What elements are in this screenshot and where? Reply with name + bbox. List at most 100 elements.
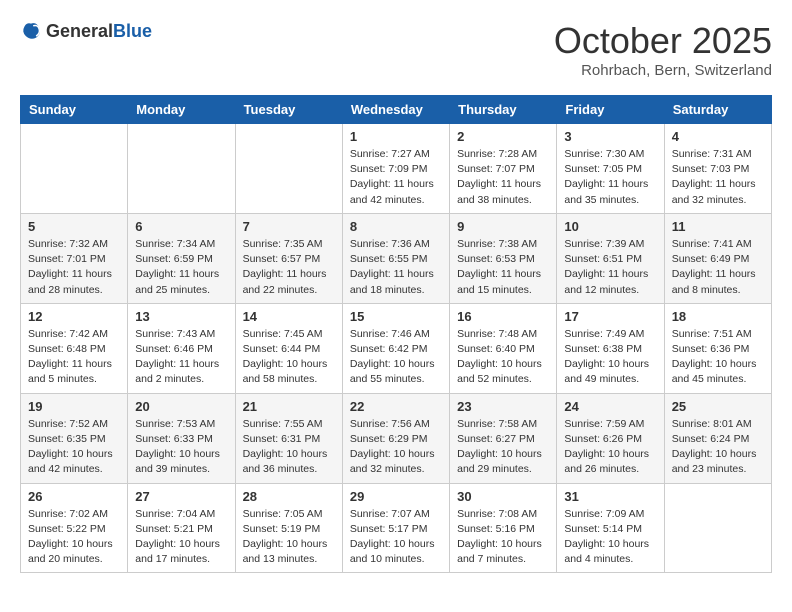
calendar-cell: 11Sunrise: 7:41 AM Sunset: 6:49 PM Dayli… (664, 213, 771, 303)
day-number: 24 (564, 399, 656, 414)
calendar-title: October 2025 (554, 20, 772, 62)
day-info: Sunrise: 7:35 AM Sunset: 6:57 PM Dayligh… (243, 237, 335, 298)
day-number: 28 (243, 489, 335, 504)
day-info: Sunrise: 7:55 AM Sunset: 6:31 PM Dayligh… (243, 417, 335, 478)
day-number: 26 (28, 489, 120, 504)
day-info: Sunrise: 7:45 AM Sunset: 6:44 PM Dayligh… (243, 327, 335, 388)
day-number: 31 (564, 489, 656, 504)
calendar-cell (128, 124, 235, 214)
day-info: Sunrise: 7:58 AM Sunset: 6:27 PM Dayligh… (457, 417, 549, 478)
day-info: Sunrise: 7:56 AM Sunset: 6:29 PM Dayligh… (350, 417, 442, 478)
calendar-cell: 22 Sunrise: 7:56 AM Sunset: 6:29 PM Dayli… (342, 393, 449, 483)
day-info: Sunrise: 7:28 AM Sunset: 7:07 PM Dayligh… (457, 147, 549, 208)
day-number: 7 (243, 219, 335, 234)
calendar-cell: 27Sunrise: 7:04 AM Sunset: 5:21 PM Dayli… (128, 483, 235, 573)
calendar-cell: 21 Sunrise: 7:55 AM Sunset: 6:31 PM Dayli… (235, 393, 342, 483)
day-info: Sunrise: 7:08 AM Sunset: 5:16 PM Dayligh… (457, 507, 549, 568)
day-info: Sunrise: 8:01 AM Sunset: 6:24 PM Dayligh… (672, 417, 764, 478)
day-number: 29 (350, 489, 442, 504)
day-number: 30 (457, 489, 549, 504)
calendar-cell: 17Sunrise: 7:49 AM Sunset: 6:38 PM Dayli… (557, 303, 664, 393)
day-info: Sunrise: 7:38 AM Sunset: 6:53 PM Dayligh… (457, 237, 549, 298)
calendar-cell (664, 483, 771, 573)
day-number: 22 (350, 399, 442, 414)
calendar-cell: 19Sunrise: 7:52 AM Sunset: 6:35 PM Dayli… (21, 393, 128, 483)
day-info: Sunrise: 7:52 AM Sunset: 6:35 PM Dayligh… (28, 417, 120, 478)
day-number: 13 (135, 309, 227, 324)
weekday-header-row: Sunday Monday Tuesday Wednesday Thursday… (21, 96, 772, 124)
day-number: 20 (135, 399, 227, 414)
day-info: Sunrise: 7:46 AM Sunset: 6:42 PM Dayligh… (350, 327, 442, 388)
day-number: 5 (28, 219, 120, 234)
calendar-cell: 13Sunrise: 7:43 AM Sunset: 6:46 PM Dayli… (128, 303, 235, 393)
calendar-week-1: 1 Sunrise: 7:27 AM Sunset: 7:09 PM Daylig… (21, 124, 772, 214)
day-number: 14 (243, 309, 335, 324)
calendar-week-3: 12Sunrise: 7:42 AM Sunset: 6:48 PM Dayli… (21, 303, 772, 393)
calendar-week-2: 5 Sunrise: 7:32 AM Sunset: 7:01 PM Daylig… (21, 213, 772, 303)
day-info: Sunrise: 7:09 AM Sunset: 5:14 PM Dayligh… (564, 507, 656, 568)
day-number: 8 (350, 219, 442, 234)
logo-text: GeneralBlue (46, 21, 152, 42)
day-info: Sunrise: 7:53 AM Sunset: 6:33 PM Dayligh… (135, 417, 227, 478)
calendar-cell: 3 Sunrise: 7:30 AM Sunset: 7:05 PM Daylig… (557, 124, 664, 214)
day-info: Sunrise: 7:34 AM Sunset: 6:59 PM Dayligh… (135, 237, 227, 298)
day-info: Sunrise: 7:39 AM Sunset: 6:51 PM Dayligh… (564, 237, 656, 298)
calendar-cell: 18 Sunrise: 7:51 AM Sunset: 6:36 PM Dayli… (664, 303, 771, 393)
day-info: Sunrise: 7:02 AM Sunset: 5:22 PM Dayligh… (28, 507, 120, 568)
day-number: 3 (564, 129, 656, 144)
header-wednesday: Wednesday (342, 96, 449, 124)
calendar-cell: 24 Sunrise: 7:59 AM Sunset: 6:26 PM Dayli… (557, 393, 664, 483)
calendar-cell: 12Sunrise: 7:42 AM Sunset: 6:48 PM Dayli… (21, 303, 128, 393)
calendar-cell: 29 Sunrise: 7:07 AM Sunset: 5:17 PM Dayli… (342, 483, 449, 573)
day-info: Sunrise: 7:51 AM Sunset: 6:36 PM Dayligh… (672, 327, 764, 388)
calendar-cell: 4 Sunrise: 7:31 AM Sunset: 7:03 PM Daylig… (664, 124, 771, 214)
header-monday: Monday (128, 96, 235, 124)
day-info: Sunrise: 7:05 AM Sunset: 5:19 PM Dayligh… (243, 507, 335, 568)
calendar-cell: 8 Sunrise: 7:36 AM Sunset: 6:55 PM Daylig… (342, 213, 449, 303)
day-info: Sunrise: 7:31 AM Sunset: 7:03 PM Dayligh… (672, 147, 764, 208)
day-number: 9 (457, 219, 549, 234)
day-info: Sunrise: 7:42 AM Sunset: 6:48 PM Dayligh… (28, 327, 120, 388)
day-number: 6 (135, 219, 227, 234)
calendar-week-4: 19Sunrise: 7:52 AM Sunset: 6:35 PM Dayli… (21, 393, 772, 483)
day-number: 25 (672, 399, 764, 414)
day-number: 18 (672, 309, 764, 324)
calendar-cell: 28 Sunrise: 7:05 AM Sunset: 5:19 PM Dayli… (235, 483, 342, 573)
header-friday: Friday (557, 96, 664, 124)
day-number: 4 (672, 129, 764, 144)
header-thursday: Thursday (450, 96, 557, 124)
day-info: Sunrise: 7:32 AM Sunset: 7:01 PM Dayligh… (28, 237, 120, 298)
day-number: 16 (457, 309, 549, 324)
calendar-cell: 26 Sunrise: 7:02 AM Sunset: 5:22 PM Dayli… (21, 483, 128, 573)
calendar-cell: 5 Sunrise: 7:32 AM Sunset: 7:01 PM Daylig… (21, 213, 128, 303)
logo-icon (20, 20, 42, 42)
day-number: 1 (350, 129, 442, 144)
calendar-cell: 25 Sunrise: 8:01 AM Sunset: 6:24 PM Dayli… (664, 393, 771, 483)
calendar-cell: 6 Sunrise: 7:34 AM Sunset: 6:59 PM Daylig… (128, 213, 235, 303)
calendar-cell (21, 124, 128, 214)
day-number: 23 (457, 399, 549, 414)
calendar-cell: 9 Sunrise: 7:38 AM Sunset: 6:53 PM Daylig… (450, 213, 557, 303)
day-info: Sunrise: 7:27 AM Sunset: 7:09 PM Dayligh… (350, 147, 442, 208)
calendar-cell: 16 Sunrise: 7:48 AM Sunset: 6:40 PM Dayli… (450, 303, 557, 393)
calendar-table: Sunday Monday Tuesday Wednesday Thursday… (20, 95, 772, 573)
page-header: GeneralBlue October 2025 Rohrbach, Bern,… (20, 20, 772, 79)
day-info: Sunrise: 7:30 AM Sunset: 7:05 PM Dayligh… (564, 147, 656, 208)
calendar-cell: 15Sunrise: 7:46 AM Sunset: 6:42 PM Dayli… (342, 303, 449, 393)
day-info: Sunrise: 7:48 AM Sunset: 6:40 PM Dayligh… (457, 327, 549, 388)
day-info: Sunrise: 7:36 AM Sunset: 6:55 PM Dayligh… (350, 237, 442, 298)
day-number: 21 (243, 399, 335, 414)
title-block: October 2025 Rohrbach, Bern, Switzerland (554, 20, 772, 79)
calendar-cell: 31 Sunrise: 7:09 AM Sunset: 5:14 PM Dayli… (557, 483, 664, 573)
calendar-cell: 23 Sunrise: 7:58 AM Sunset: 6:27 PM Dayli… (450, 393, 557, 483)
calendar-cell: 30 Sunrise: 7:08 AM Sunset: 5:16 PM Dayli… (450, 483, 557, 573)
calendar-cell: 14 Sunrise: 7:45 AM Sunset: 6:44 PM Dayli… (235, 303, 342, 393)
calendar-cell: 1 Sunrise: 7:27 AM Sunset: 7:09 PM Daylig… (342, 124, 449, 214)
header-saturday: Saturday (664, 96, 771, 124)
day-info: Sunrise: 7:59 AM Sunset: 6:26 PM Dayligh… (564, 417, 656, 478)
day-number: 10 (564, 219, 656, 234)
logo: GeneralBlue (20, 20, 152, 42)
calendar-cell: 20 Sunrise: 7:53 AM Sunset: 6:33 PM Dayli… (128, 393, 235, 483)
day-info: Sunrise: 7:07 AM Sunset: 5:17 PM Dayligh… (350, 507, 442, 568)
header-sunday: Sunday (21, 96, 128, 124)
